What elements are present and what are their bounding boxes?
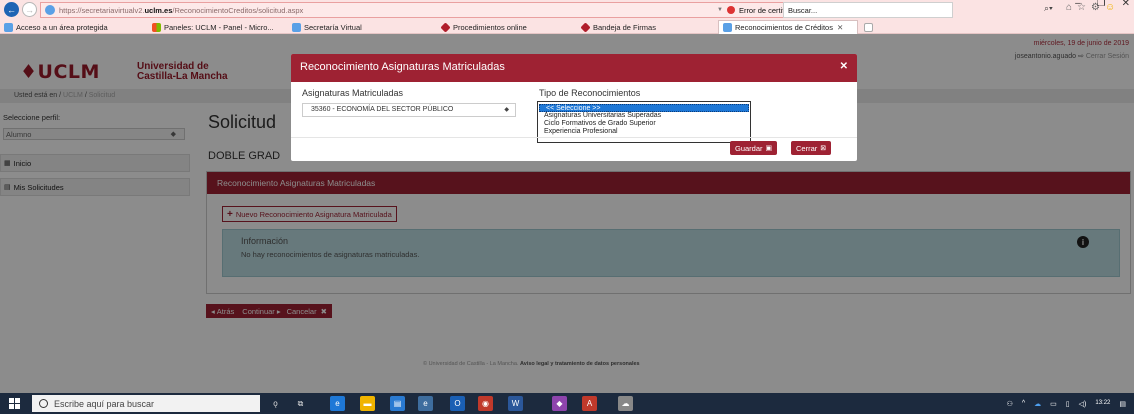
window-controls: – ❐ ✕ (1075, 0, 1130, 9)
clock[interactable]: 13:22 (1095, 400, 1110, 407)
new-tab-button[interactable] (860, 20, 876, 34)
modal-title: Reconocimiento Asignaturas Matriculadas (300, 61, 505, 73)
tipo-option[interactable]: Ciclo Formativos de Grado Superior (538, 120, 750, 128)
maximize-icon[interactable]: ❐ (1097, 0, 1106, 9)
people-icon[interactable]: ⚇ (1007, 400, 1013, 408)
asignaturas-label: Asignaturas Matriculadas (302, 88, 404, 98)
tipo-option[interactable]: Experiencia Profesional (538, 128, 750, 136)
address-url[interactable]: https://secretariavirtualv2.uclm.es/Reco… (59, 6, 303, 15)
network-icon[interactable]: ▭ (1050, 400, 1057, 408)
app-icon[interactable]: ☁ (618, 396, 633, 411)
close-button[interactable]: Cerrar ⊠ (791, 141, 832, 155)
close-box-icon: ⊠ (820, 145, 827, 152)
battery-icon[interactable]: ▯ (1066, 400, 1070, 408)
forward-arrow-icon[interactable]: → (22, 2, 37, 17)
search-icon (39, 399, 48, 408)
system-tray: ⚇ ^ ☁ ▭ ▯ ◁) 13:22 ▤ (1007, 393, 1134, 414)
favorite-item[interactable]: Paneles: UCLM - Panel - Micro... (148, 20, 288, 34)
acrobat-icon[interactable]: A (582, 396, 597, 411)
app-red-icon[interactable]: ◉ (478, 396, 493, 411)
minimize-icon[interactable]: – (1075, 0, 1081, 9)
close-window-icon[interactable]: ✕ (1122, 0, 1130, 9)
modal-header: Reconocimiento Asignaturas Matriculadas … (291, 54, 857, 82)
office-grid-icon (152, 22, 161, 32)
tipo-label: Tipo de Reconocimientos (539, 88, 641, 98)
ie-page-icon (292, 22, 301, 32)
outlook-icon[interactable]: O (450, 396, 465, 411)
internet-explorer-icon[interactable]: e (418, 396, 433, 411)
ie-page-icon (4, 22, 13, 32)
uclm-diamond-icon (580, 21, 591, 33)
asignatura-select[interactable]: 35360 - ECONOMÍA DEL SECTOR PÚBLICO ◆ (302, 103, 516, 117)
favorite-item[interactable]: Secretaría Virtual (288, 20, 428, 34)
dropdown-arrow-icon[interactable]: ▼ (717, 7, 723, 13)
ie-page-icon (723, 23, 732, 32)
save-icon: ▣ (765, 145, 773, 152)
store-icon[interactable]: ▤ (390, 396, 405, 411)
tipo-option[interactable]: << Seleccione >> (539, 104, 749, 112)
browser-toolbar: ← → https://secretariavirtualv2.uclm.es/… (0, 0, 1134, 20)
onedrive-icon[interactable]: ☁ (1034, 400, 1041, 408)
word-icon[interactable]: W (508, 396, 523, 411)
favorite-item[interactable]: Bandeja de Firmas (577, 20, 717, 34)
app-purple-icon[interactable]: ◆ (552, 396, 567, 411)
favorites-bar: Acceso a un área protegida Paneles: UCLM… (0, 20, 1134, 34)
edge-icon[interactable]: e (330, 396, 345, 411)
modal-divider (291, 137, 857, 138)
notifications-icon[interactable]: ▤ (1119, 400, 1126, 408)
address-bar[interactable]: https://secretariavirtualv2.uclm.es/Reco… (40, 2, 820, 18)
back-arrow-icon[interactable]: ← (4, 2, 19, 17)
tipo-option[interactable]: Asignaturas Universitarias Superadas (538, 112, 750, 120)
favorite-item[interactable]: Procedimientos online (437, 20, 577, 34)
browser-search-input[interactable]: Buscar... (783, 2, 953, 18)
microphone-icon[interactable]: ǫ (268, 396, 283, 411)
uclm-diamond-icon (440, 21, 451, 33)
site-favicon-icon (45, 5, 55, 15)
reconocimiento-modal: Reconocimiento Asignaturas Matriculadas … (291, 54, 857, 161)
close-icon[interactable]: ✕ (840, 61, 848, 72)
close-tab-icon[interactable]: ✕ (837, 23, 843, 32)
file-explorer-icon[interactable]: ▬ (360, 396, 375, 411)
home-icon[interactable]: ⌂ (1066, 2, 1072, 13)
start-windows-icon[interactable] (9, 398, 20, 409)
cert-error-icon[interactable] (726, 6, 735, 14)
save-button[interactable]: Guardar ▣ (730, 141, 778, 155)
select-caret-icon: ◆ (504, 107, 509, 113)
search-icon[interactable]: ⌕▾ (1044, 3, 1053, 14)
chevron-up-icon[interactable]: ^ (1022, 400, 1025, 407)
tab-reconocimientos[interactable]: Reconocimientos de Créditos ✕ (718, 20, 858, 34)
favorite-item[interactable]: Acceso a un área protegida (0, 20, 148, 34)
windows-taskbar: Escribe aquí para buscar ǫ ⧉ e ▬ ▤ e O ◉… (0, 393, 1134, 414)
new-tab-icon (864, 22, 873, 32)
taskbar-search-input[interactable]: Escribe aquí para buscar (32, 395, 260, 412)
task-view-icon[interactable]: ⧉ (293, 396, 308, 411)
volume-icon[interactable]: ◁) (1079, 400, 1087, 408)
